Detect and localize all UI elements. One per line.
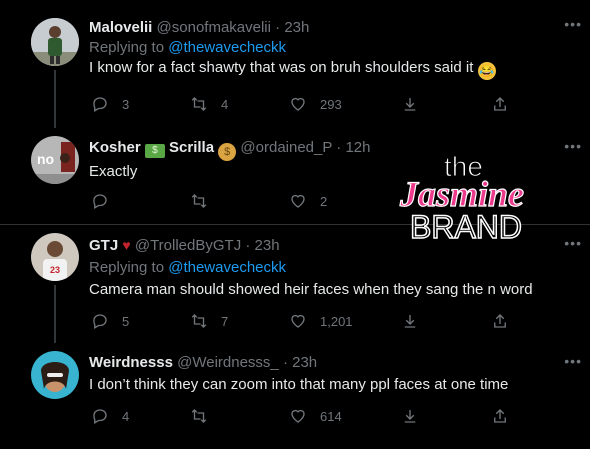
share-menu-button[interactable] — [491, 406, 509, 426]
share-menu-button[interactable] — [491, 94, 509, 114]
replying-to: Replying to @thewavecheckk — [89, 258, 570, 278]
share-menu-button[interactable] — [491, 311, 509, 331]
like-icon — [291, 97, 305, 111]
avatar[interactable] — [31, 351, 79, 399]
broken-heart-emoji-icon: ♥ — [122, 237, 131, 253]
tweet-timestamp[interactable]: 12h — [345, 139, 370, 156]
retweet-icon — [191, 97, 207, 111]
share-icon — [494, 314, 506, 328]
more-icon[interactable]: ••• — [564, 16, 582, 32]
tweet-timestamp[interactable]: 23h — [255, 237, 280, 254]
like-button[interactable]: 1,201 — [289, 311, 353, 331]
reply-icon — [93, 409, 107, 424]
reply-icon — [93, 314, 107, 329]
tweet-timestamp[interactable]: 23h — [292, 354, 317, 371]
reply-icon — [93, 97, 107, 112]
like-button[interactable]: 2 — [289, 191, 327, 211]
like-button[interactable]: 614 — [289, 406, 342, 426]
user-handle[interactable]: @sonofmakavelii — [157, 19, 271, 36]
retweet-count: 7 — [221, 313, 229, 329]
share-button[interactable] — [401, 94, 419, 114]
avatar-image: 23 — [31, 233, 79, 281]
share-icon — [494, 409, 506, 423]
tweet-text: Camera man should showed heir faces when… — [89, 281, 533, 298]
tweet-text-body: I know for a fact shawty that was on bru… — [89, 59, 474, 76]
like-count: 2 — [320, 193, 328, 209]
watermark-line2: Jasmine — [399, 174, 524, 214]
retweet-icon — [191, 409, 207, 423]
reply-thread: Malovelii @sonofmakavelii · 23h Replying… — [0, 0, 590, 449]
thread-connector-line — [54, 285, 56, 343]
reply-icon — [93, 194, 107, 209]
display-name[interactable]: GTJ — [89, 237, 118, 254]
display-name-part1[interactable]: Kosher — [89, 139, 141, 156]
tweet-malovelii[interactable]: Malovelii @sonofmakavelii · 23h Replying… — [0, 0, 590, 128]
replying-to: Replying to @thewavecheckk — [89, 38, 570, 58]
rolling-laughing-emoji-icon: 😂 — [477, 62, 496, 80]
avatar-image — [31, 18, 79, 66]
display-name-part2[interactable]: Scrilla — [169, 139, 214, 156]
avatar[interactable]: 23 — [31, 233, 79, 281]
reply-count: 5 — [122, 313, 130, 329]
svg-text:23: 23 — [50, 265, 60, 275]
like-count: 293 — [320, 96, 342, 112]
tweet-timestamp[interactable]: 23h — [284, 19, 309, 36]
like-icon — [291, 194, 305, 208]
replying-prefix: Replying to — [89, 259, 165, 276]
mention-link[interactable]: @thewavecheckk — [168, 259, 286, 276]
like-count: 614 — [320, 408, 342, 424]
retweet-button[interactable]: 7 — [190, 311, 228, 331]
download-arrow-icon — [404, 315, 416, 328]
user-handle[interactable]: @ordained_P — [240, 139, 332, 156]
like-count: 1,201 — [320, 313, 353, 329]
like-icon — [291, 314, 305, 328]
avatar[interactable] — [31, 18, 79, 66]
download-arrow-icon — [404, 410, 416, 423]
tweet-weirdnesss[interactable]: Weirdnesss @Weirdnesss_ · 23h I don’t th… — [0, 343, 590, 449]
tweet-actions: 3 4 293 — [89, 94, 519, 114]
retweet-button[interactable] — [190, 406, 221, 426]
retweet-count: 4 — [221, 96, 229, 112]
money-bag-emoji-icon: $ — [218, 143, 237, 161]
reply-button[interactable]: 3 — [91, 94, 129, 114]
money-bill-emoji-icon: $ — [144, 144, 165, 158]
download-arrow-icon — [404, 98, 416, 111]
avatar[interactable]: no — [31, 136, 79, 184]
reply-button[interactable]: 5 — [91, 311, 129, 331]
display-name[interactable]: Malovelii — [89, 19, 152, 36]
replying-prefix: Replying to — [89, 39, 165, 56]
avatar-overlay-text: no — [37, 151, 55, 167]
reply-count: 4 — [122, 408, 130, 424]
retweet-icon — [191, 314, 207, 328]
watermark-line3: BRAND — [410, 209, 522, 242]
user-handle[interactable]: @TrolledByGTJ — [135, 237, 241, 254]
retweet-icon — [191, 194, 207, 208]
like-button[interactable]: 293 — [289, 94, 342, 114]
tweet-text: I don’t think they can zoom into that ma… — [89, 376, 509, 393]
mention-link[interactable]: @thewavecheckk — [168, 39, 286, 56]
retweet-button[interactable] — [190, 191, 221, 211]
more-icon[interactable]: ••• — [564, 353, 582, 369]
tweet-gtj[interactable]: 23 GTJ ♥ @TrolledByGTJ · 23h Replying to… — [0, 225, 590, 343]
share-icon — [494, 97, 506, 111]
more-icon[interactable]: ••• — [564, 235, 582, 251]
reply-count: 3 — [122, 96, 130, 112]
more-icon[interactable]: ••• — [564, 138, 582, 154]
jasmine-brand-watermark: the Jasmine BRAND — [398, 151, 524, 243]
share-button[interactable] — [401, 406, 419, 426]
user-handle[interactable]: @Weirdnesss_ — [177, 354, 279, 371]
avatar-image — [31, 351, 79, 399]
tweet-text: I know for a fact shawty that was on bru… — [89, 58, 570, 80]
like-icon — [291, 409, 305, 423]
display-name[interactable]: Weirdnesss — [89, 354, 173, 371]
thread-connector-line — [54, 70, 56, 128]
retweet-button[interactable]: 4 — [190, 94, 228, 114]
reply-button[interactable] — [91, 191, 122, 211]
tweet-actions: 4 614 — [89, 406, 519, 426]
reply-button[interactable]: 4 — [91, 406, 129, 426]
tweet-actions: 5 7 1,201 — [89, 311, 519, 331]
share-button[interactable] — [401, 311, 419, 331]
